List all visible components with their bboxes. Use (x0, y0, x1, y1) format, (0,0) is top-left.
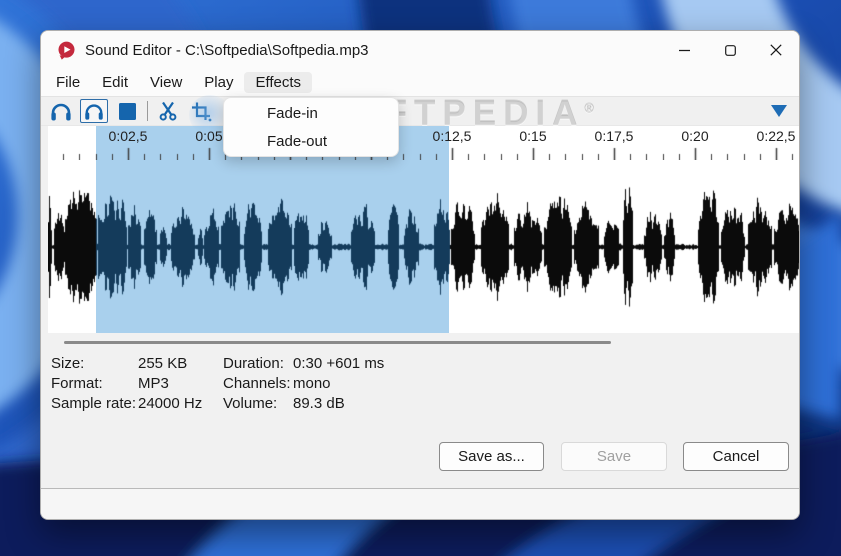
ruler-ticks (48, 147, 799, 160)
waveform-scrollbar[interactable] (64, 341, 611, 344)
save-as-button[interactable]: Save as... (439, 442, 544, 471)
info-label-channels: Channels: (223, 374, 291, 392)
info-value-channels: mono (293, 374, 331, 392)
toolbar (41, 96, 799, 126)
minimize-button[interactable] (661, 31, 707, 69)
close-icon (770, 44, 782, 56)
info-label-size: Size: (51, 354, 85, 372)
info-label-volume: Volume: (223, 394, 278, 412)
maximize-icon (724, 44, 736, 56)
info-value-sample-rate: 24000 Hz (138, 394, 203, 412)
cut-scissors-icon[interactable] (157, 100, 179, 122)
info-value-volume: 89.3 dB (293, 394, 345, 412)
menu-bar: File Edit View Play Effects (41, 69, 799, 96)
play-selection-headphones-icon[interactable] (80, 99, 108, 123)
sound-editor-window: Sound Editor - C:\Softpedia\Softpedia.mp… (40, 30, 800, 520)
menu-edit[interactable]: Edit (91, 72, 139, 93)
info-label-format: Format: (51, 374, 103, 392)
waveform-area[interactable] (48, 161, 799, 333)
ruler-label: 0:15 (519, 128, 547, 144)
save-button[interactable]: Save (561, 442, 667, 471)
minimize-icon (678, 49, 690, 51)
window-controls (661, 31, 799, 69)
ruler-label: 0:17,5 (594, 128, 634, 144)
info-label-duration: Duration: (223, 354, 284, 372)
maximize-button[interactable] (707, 31, 753, 69)
toolbar-separator (147, 101, 148, 121)
menu-item-fade-in[interactable]: Fade-in (224, 99, 398, 127)
ruler-label: 0:22,5 (756, 128, 796, 144)
file-info-panel: Size: 255 KB Duration: 0:30 +601 ms Form… (51, 353, 384, 413)
ruler-label: 0:05 (195, 128, 223, 144)
ruler-label: 0:12,5 (432, 128, 472, 144)
toolbar-overflow-triangle-icon[interactable] (771, 105, 787, 117)
stop-icon[interactable] (119, 102, 136, 120)
menu-file[interactable]: File (45, 72, 91, 93)
effects-dropdown-menu: Fade-in Fade-out (223, 97, 399, 157)
waveform-canvas[interactable] (48, 161, 799, 333)
menu-play[interactable]: Play (193, 72, 244, 93)
cancel-button[interactable]: Cancel (683, 442, 789, 471)
menu-item-fade-out[interactable]: Fade-out (224, 127, 398, 155)
title-bar: Sound Editor - C:\Softpedia\Softpedia.mp… (41, 31, 799, 69)
trim-crop-icon[interactable] (190, 100, 212, 122)
ruler-label: 0:02,5 (108, 128, 148, 144)
menu-effects[interactable]: Effects (244, 72, 313, 93)
ruler-label: 0:20 (681, 128, 709, 144)
info-label-sample-rate: Sample rate: (51, 394, 137, 412)
menu-view[interactable]: View (139, 72, 193, 93)
play-headphones-icon[interactable] (49, 100, 73, 122)
window-footer (41, 488, 799, 519)
info-value-duration: 0:30 +601 ms (293, 354, 385, 372)
info-value-format: MP3 (138, 374, 169, 392)
timeline-ruler[interactable]: 0:02,5 0:05 0:07,5 0:10 0:12,5 0:15 0:17… (48, 126, 799, 161)
app-icon (58, 41, 75, 60)
window-title: Sound Editor - C:\Softpedia\Softpedia.mp… (85, 41, 369, 59)
close-button[interactable] (753, 31, 799, 69)
info-value-size: 255 KB (138, 354, 188, 372)
